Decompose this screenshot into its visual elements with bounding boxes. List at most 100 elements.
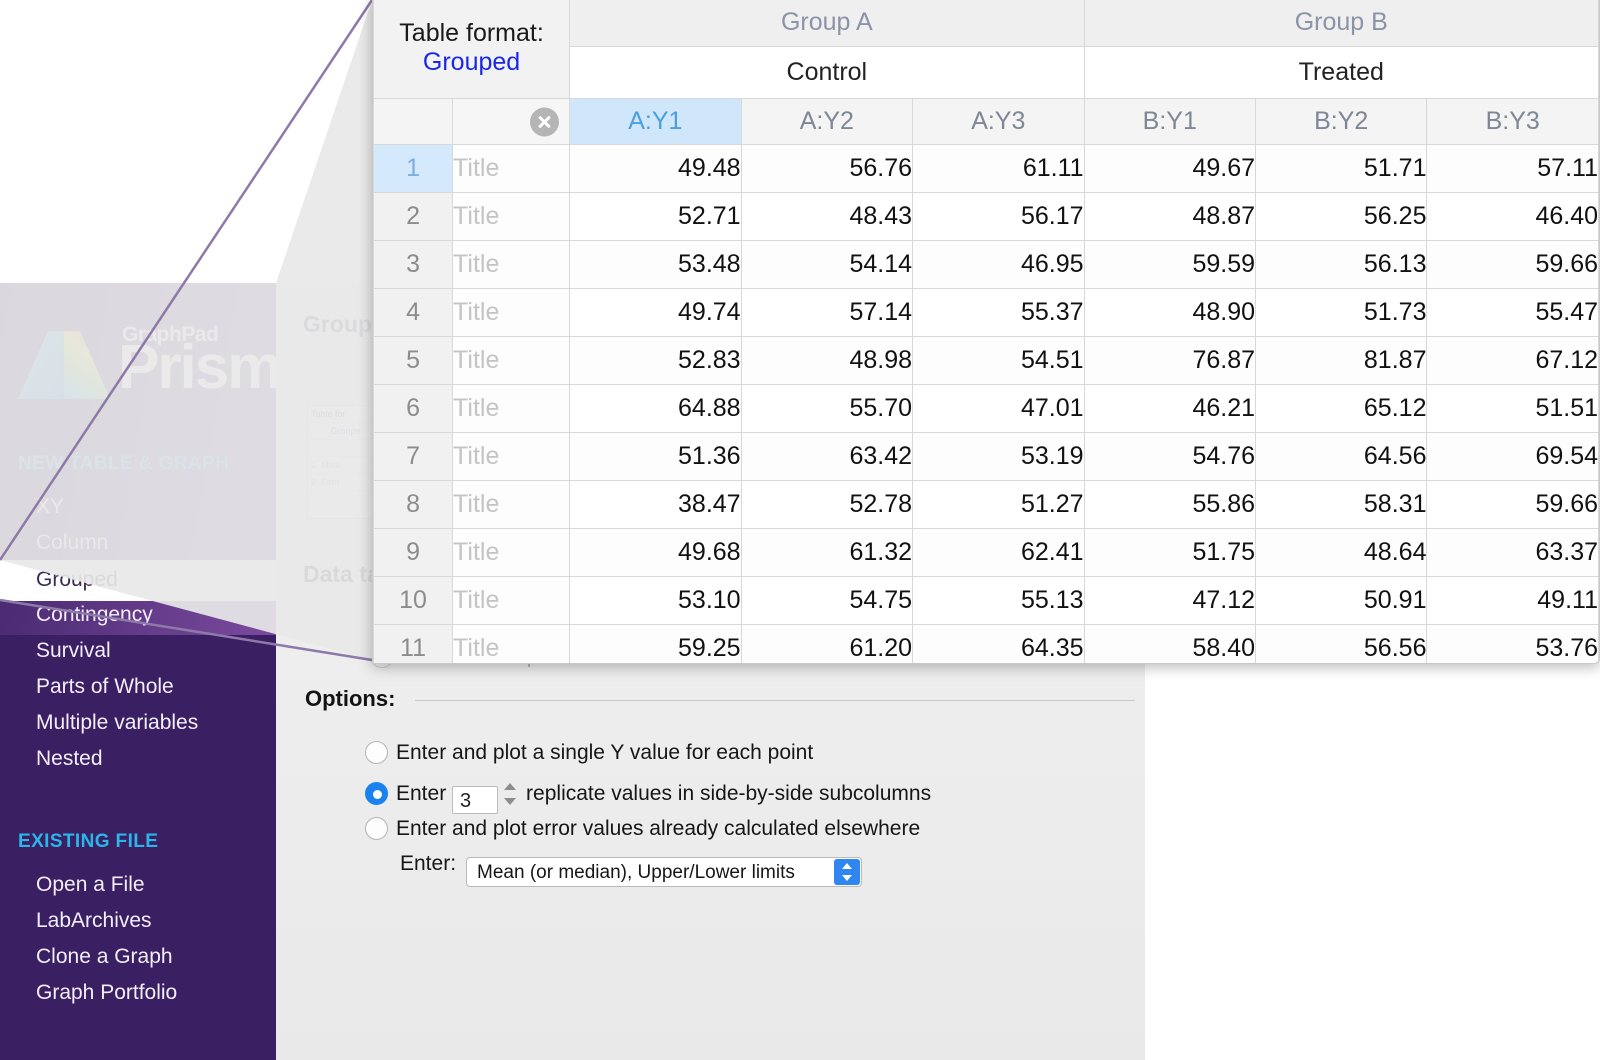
row-title-input[interactable]: Title <box>452 240 571 289</box>
cell-a-y1[interactable]: 53.48 <box>569 240 742 289</box>
group-header-b[interactable]: Group B <box>1083 0 1599 47</box>
row-title-input[interactable]: Title <box>452 144 571 193</box>
column-header-b-y1[interactable]: B:Y1 <box>1083 98 1257 145</box>
row-title-input[interactable]: Title <box>452 528 571 577</box>
subgroup-header-control[interactable]: Control <box>569 46 1085 99</box>
cell-a-y3[interactable]: 61.11 <box>912 144 1085 193</box>
cell-a-y3[interactable]: 53.19 <box>912 432 1085 481</box>
cell-b-y1[interactable]: 51.75 <box>1083 528 1257 577</box>
cell-b-y2[interactable]: 81.87 <box>1254 336 1428 385</box>
sidebar-item-column[interactable]: Column <box>36 531 108 555</box>
cell-b-y1[interactable]: 46.21 <box>1083 384 1257 433</box>
cell-a-y3[interactable]: 51.27 <box>912 480 1085 529</box>
cell-a-y2[interactable]: 56.76 <box>740 144 914 193</box>
cell-a-y2[interactable]: 55.70 <box>740 384 914 433</box>
row-title-input[interactable]: Title <box>452 288 571 337</box>
cell-b-y3[interactable]: 59.66 <box>1426 480 1599 529</box>
cell-b-y2[interactable]: 48.64 <box>1254 528 1428 577</box>
cell-b-y1[interactable]: 55.86 <box>1083 480 1257 529</box>
cell-b-y3[interactable]: 63.37 <box>1426 528 1599 577</box>
cell-b-y1[interactable]: 49.67 <box>1083 144 1257 193</box>
sidebar-item-open-a-file[interactable]: Open a File <box>36 873 145 897</box>
cell-b-y2[interactable]: 51.71 <box>1254 144 1428 193</box>
group-header-a[interactable]: Group A <box>569 0 1085 47</box>
table-row[interactable]: 11 Title 59.25 61.20 64.35 58.40 56.56 5… <box>373 624 1599 663</box>
cell-b-y1[interactable]: 76.87 <box>1083 336 1257 385</box>
cell-a-y1[interactable]: 51.36 <box>569 432 742 481</box>
row-title-input[interactable]: Title <box>452 384 571 433</box>
row-title-input[interactable]: Title <box>452 336 571 385</box>
option-error-values[interactable]: Enter and plot error values already calc… <box>365 817 920 841</box>
close-circle-icon[interactable] <box>530 107 560 136</box>
cell-b-y3[interactable]: 67.12 <box>1426 336 1599 385</box>
cell-a-y3[interactable]: 64.35 <box>912 624 1085 663</box>
table-row[interactable]: 3 Title 53.48 54.14 46.95 59.59 56.13 59… <box>373 240 1599 289</box>
column-header-a-y3[interactable]: A:Y3 <box>912 98 1085 145</box>
radio-replicate-values[interactable] <box>365 782 388 805</box>
cell-a-y3[interactable]: 47.01 <box>912 384 1085 433</box>
cell-a-y2[interactable]: 52.78 <box>740 480 914 529</box>
cell-a-y1[interactable]: 49.68 <box>569 528 742 577</box>
table-row[interactable]: 8 Title 38.47 52.78 51.27 55.86 58.31 59… <box>373 480 1599 529</box>
sidebar-item-survival[interactable]: Survival <box>36 639 111 663</box>
table-format-value[interactable]: Grouped <box>374 47 569 78</box>
cell-a-y1[interactable]: 38.47 <box>569 480 742 529</box>
enter-format-select[interactable]: Mean (or median), Upper/Lower limits <box>466 857 863 887</box>
column-header-a-y1[interactable]: A:Y1 <box>569 98 742 145</box>
sidebar-item-contingency[interactable]: Contingency <box>36 603 153 627</box>
cell-b-y1[interactable]: 58.40 <box>1083 624 1257 663</box>
cell-a-y1[interactable]: 52.83 <box>569 336 742 385</box>
cell-a-y3[interactable]: 62.41 <box>912 528 1085 577</box>
sidebar-item-nested[interactable]: Nested <box>36 747 103 771</box>
cell-a-y2[interactable]: 61.32 <box>740 528 914 577</box>
cell-b-y1[interactable]: 59.59 <box>1083 240 1257 289</box>
grouped-table-thumbnail[interactable]: Table for Groupe 1 Male 2 Fem <box>307 405 381 519</box>
cell-b-y2[interactable]: 51.73 <box>1254 288 1428 337</box>
column-header-b-y3[interactable]: B:Y3 <box>1426 98 1599 145</box>
column-header-a-y2[interactable]: A:Y2 <box>740 98 914 145</box>
table-row[interactable]: 4 Title 49.74 57.14 55.37 48.90 51.73 55… <box>373 288 1599 337</box>
sidebar-item-graph-portfolio[interactable]: Graph Portfolio <box>36 981 177 1005</box>
row-title-input[interactable]: Title <box>452 192 571 241</box>
cell-b-y3[interactable]: 55.47 <box>1426 288 1599 337</box>
table-format-cell[interactable]: Table format: Grouped <box>373 0 571 99</box>
cell-b-y2[interactable]: 56.56 <box>1254 624 1428 663</box>
radio-single-y-value[interactable] <box>365 741 388 764</box>
sidebar-item-multiple-variables[interactable]: Multiple variables <box>36 711 198 735</box>
cell-a-y2[interactable]: 57.14 <box>740 288 914 337</box>
cell-a-y1[interactable]: 49.74 <box>569 288 742 337</box>
cell-b-y3[interactable]: 51.51 <box>1426 384 1599 433</box>
cell-b-y2[interactable]: 64.56 <box>1254 432 1428 481</box>
subgroup-header-treated[interactable]: Treated <box>1083 46 1599 99</box>
cell-b-y2[interactable]: 50.91 <box>1254 576 1428 625</box>
cell-b-y1[interactable]: 48.90 <box>1083 288 1257 337</box>
cell-a-y3[interactable]: 54.51 <box>912 336 1085 385</box>
cell-b-y3[interactable]: 59.66 <box>1426 240 1599 289</box>
table-row[interactable]: 1 Title 49.48 56.76 61.11 49.67 51.71 57… <box>373 144 1599 193</box>
radio-error-values[interactable] <box>365 817 388 840</box>
column-header-b-y2[interactable]: B:Y2 <box>1254 98 1428 145</box>
cell-b-y2[interactable]: 58.31 <box>1254 480 1428 529</box>
table-row[interactable]: 5 Title 52.83 48.98 54.51 76.87 81.87 67… <box>373 336 1599 385</box>
cell-a-y3[interactable]: 56.17 <box>912 192 1085 241</box>
cell-a-y1[interactable]: 64.88 <box>569 384 742 433</box>
cell-b-y1[interactable]: 54.76 <box>1083 432 1257 481</box>
cell-a-y2[interactable]: 63.42 <box>740 432 914 481</box>
cell-a-y3[interactable]: 46.95 <box>912 240 1085 289</box>
cell-b-y2[interactable]: 65.12 <box>1254 384 1428 433</box>
table-row[interactable]: 2 Title 52.71 48.43 56.17 48.87 56.25 46… <box>373 192 1599 241</box>
cell-a-y1[interactable]: 52.71 <box>569 192 742 241</box>
cell-a-y2[interactable]: 54.14 <box>740 240 914 289</box>
cell-a-y2[interactable]: 54.75 <box>740 576 914 625</box>
sidebar-item-labarchives[interactable]: LabArchives <box>36 909 152 933</box>
cell-a-y2[interactable]: 61.20 <box>740 624 914 663</box>
cell-b-y2[interactable]: 56.13 <box>1254 240 1428 289</box>
chevron-updown-icon[interactable] <box>834 859 861 885</box>
replicate-count-stepper[interactable] <box>502 779 518 809</box>
option-replicate-values[interactable]: Enter 3 replicate values in side-by-side … <box>365 779 931 814</box>
cell-b-y1[interactable]: 48.87 <box>1083 192 1257 241</box>
table-row[interactable]: 10 Title 53.10 54.75 55.13 47.12 50.91 4… <box>373 576 1599 625</box>
cell-b-y1[interactable]: 47.12 <box>1083 576 1257 625</box>
row-title-input[interactable]: Title <box>452 576 571 625</box>
replicate-count-input[interactable]: 3 <box>452 786 499 814</box>
